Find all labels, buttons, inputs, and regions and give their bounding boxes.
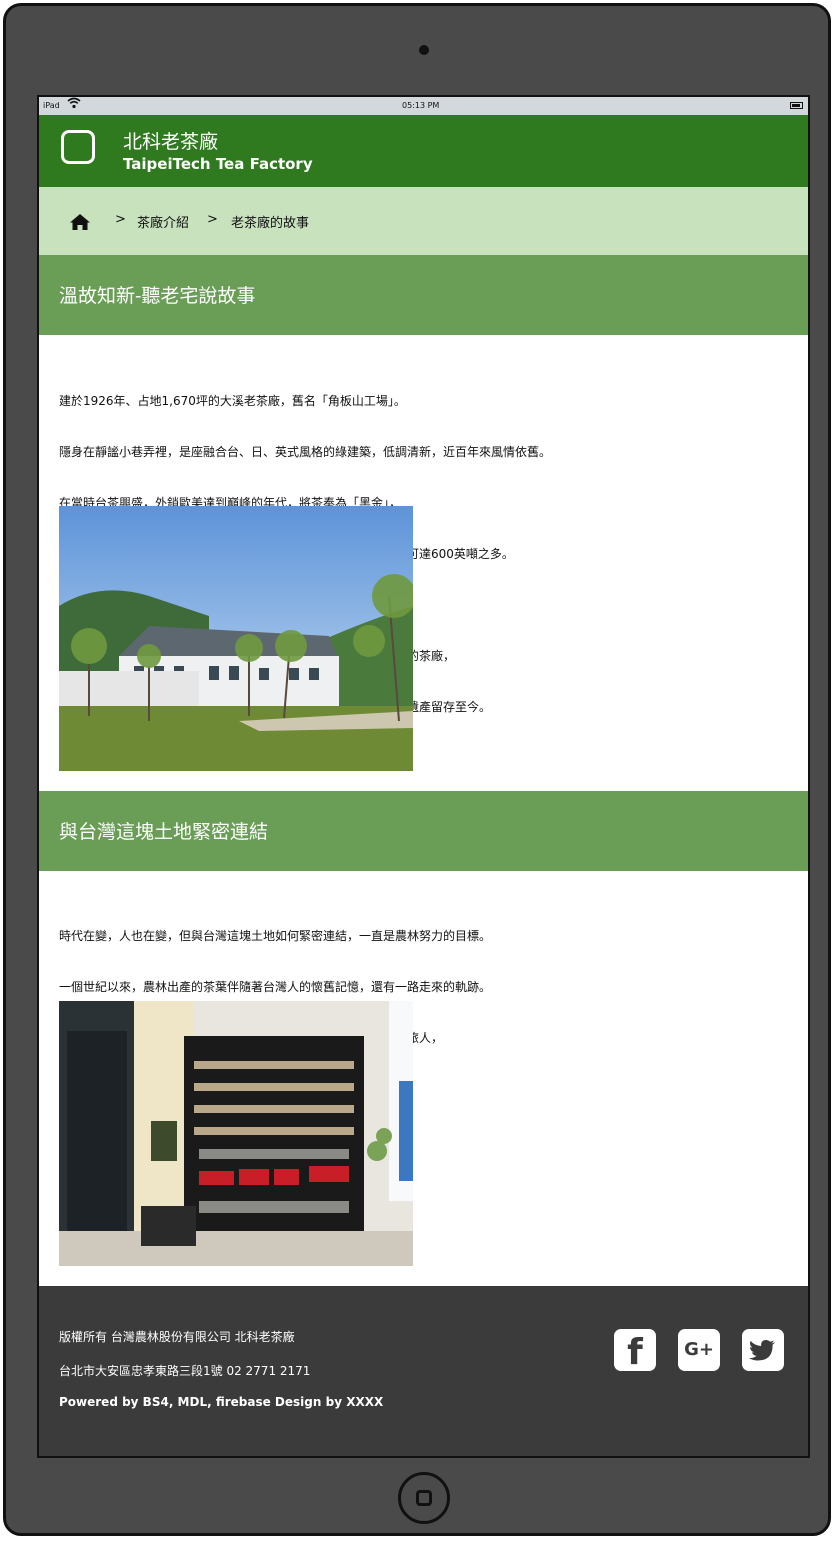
logo-icon[interactable] <box>61 130 95 164</box>
paragraph-line: 時代在變，人也在變，但與台灣這塊土地如何緊密連結，一直是農林努力的目標。 <box>59 929 492 943</box>
paragraph-line: 一個世紀以來，農林出產的茶葉伴隨著台灣人的懷舊記憶，還有一路走來的軌跡。 <box>59 980 492 994</box>
site-title-zh[interactable]: 北科老茶廠 <box>123 127 218 154</box>
battery-icon <box>790 102 803 109</box>
device-home-button[interactable] <box>398 1472 450 1524</box>
tea-shop-interior-photo <box>59 1001 413 1266</box>
home-icon[interactable] <box>69 213 90 231</box>
section-header: 溫故知新-聽老宅說故事 <box>39 255 808 335</box>
google-plus-icon[interactable]: G+ <box>678 1329 720 1371</box>
status-time: 05:13 PM <box>402 101 440 110</box>
factory-exterior-photo <box>59 506 413 771</box>
breadcrumb-separator: > <box>207 212 218 227</box>
device-label: iPad <box>43 101 60 110</box>
paragraph-line: 建於1926年、占地1,670坪的大溪老茶廠，舊名「角板山工場」。 <box>59 394 406 408</box>
tablet-frame: iPad 05:13 PM 北科老茶廠 TaipeiTech Tea Facto… <box>3 3 831 1536</box>
site-title-en[interactable]: TaipeiTech Tea Factory <box>123 155 313 173</box>
wifi-icon <box>67 97 81 112</box>
home-button-square-icon <box>416 1490 432 1506</box>
breadcrumb-item-factory-intro[interactable]: 茶廠介紹 <box>137 212 189 231</box>
breadcrumb-separator: > <box>115 212 126 227</box>
app-bar: 北科老茶廠 TaipeiTech Tea Factory <box>39 115 808 187</box>
facebook-icon[interactable]: f <box>614 1329 656 1373</box>
twitter-icon[interactable] <box>742 1329 784 1371</box>
section-title: 溫故知新-聽老宅說故事 <box>59 285 256 307</box>
camera-dot <box>419 45 429 55</box>
screen: iPad 05:13 PM 北科老茶廠 TaipeiTech Tea Facto… <box>37 95 810 1458</box>
breadcrumb: > 茶廠介紹 > 老茶廠的故事 <box>39 187 808 255</box>
status-bar: iPad 05:13 PM <box>39 97 808 115</box>
section-header: 與台灣這塊土地緊密連結 <box>39 791 808 871</box>
footer-powered-by: Powered by BS4, MDL, firebase Design by … <box>59 1395 384 1409</box>
section-title: 與台灣這塊土地緊密連結 <box>59 821 269 843</box>
footer-copyright: 版權所有 台灣農林股份有限公司 北科老茶廠 <box>59 1330 295 1344</box>
paragraph-line: 隱身在靜謐小巷弄裡，是座融合台、日、英式風格的綠建築，低調清新，近百年來風情依舊… <box>59 445 552 459</box>
breadcrumb-item-story: 老茶廠的故事 <box>231 216 310 231</box>
footer-address: 台北市大安區忠孝東路三段1號 02 2771 2171 <box>59 1364 311 1378</box>
footer: 版權所有 台灣農林股份有限公司 北科老茶廠 台北市大安區忠孝東路三段1號 02 … <box>39 1286 808 1456</box>
